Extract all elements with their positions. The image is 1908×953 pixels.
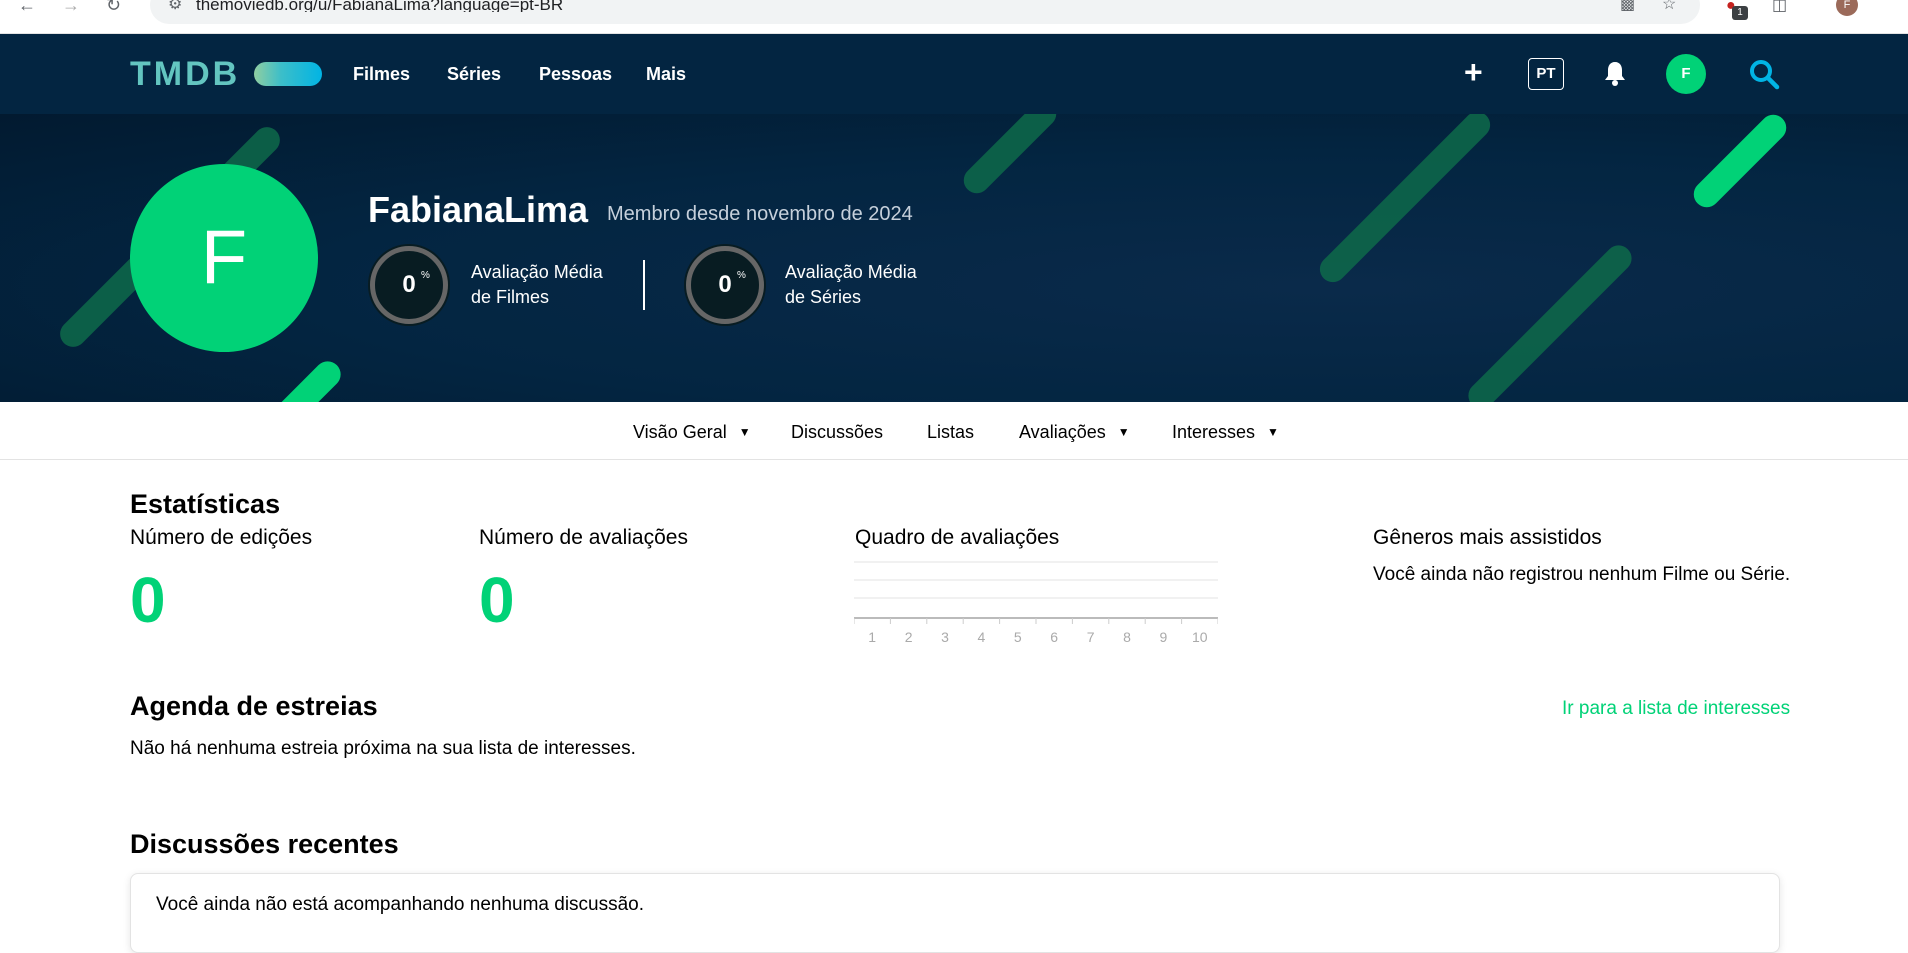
url-text[interactable]: themoviedb.org/u/FabianaLima?language=pt… bbox=[196, 0, 563, 12]
chart-tick-label: 5 bbox=[1014, 629, 1022, 645]
tmdb-logo[interactable]: TMDB bbox=[130, 54, 240, 94]
decor-stripe bbox=[958, 114, 1062, 199]
tab-discussoes[interactable]: Discussões bbox=[791, 420, 883, 444]
chart-label: Quadro de avaliações bbox=[855, 526, 1060, 549]
ratings-label: Número de avaliações bbox=[479, 526, 688, 549]
ratings-value: 0 bbox=[479, 564, 515, 636]
decor-stripe bbox=[1463, 240, 1637, 402]
caret-down-icon: ▼ bbox=[738, 425, 751, 439]
edits-label: Número de edições bbox=[130, 526, 313, 549]
tab-avaliacoes[interactable]: Avaliações ▼ bbox=[1019, 420, 1130, 444]
profile-subnav: Visão Geral ▼ Discussões Listas Avaliaçõe… bbox=[0, 402, 1908, 460]
extension-badge: 1 bbox=[1732, 6, 1748, 20]
stats-title: Estatísticas bbox=[130, 489, 281, 519]
forward-icon[interactable]: → bbox=[62, 0, 80, 14]
search-icon[interactable] bbox=[1748, 58, 1780, 90]
site-info-icon[interactable]: ⚙ bbox=[168, 0, 182, 13]
agenda-title: Agenda de estreias bbox=[130, 691, 378, 721]
reload-icon[interactable]: ↻ bbox=[106, 0, 121, 14]
edits-value: 0 bbox=[130, 564, 166, 636]
decor-stripe bbox=[1314, 114, 1496, 288]
browser-profile-avatar[interactable]: F bbox=[1836, 0, 1858, 16]
tab-interesses[interactable]: Interesses ▼ bbox=[1172, 420, 1279, 444]
bookmark-star-icon[interactable]: ☆ bbox=[1662, 0, 1676, 13]
genres-label: Gêneros mais assistidos bbox=[1373, 526, 1602, 549]
tv-score-value: 0 bbox=[718, 271, 732, 298]
nav-series[interactable]: Séries bbox=[447, 62, 501, 86]
address-bar[interactable]: ⚙ themoviedb.org/u/FabianaLima?language=… bbox=[150, 0, 1700, 24]
member-since: Membro desde novembro de 2024 bbox=[607, 203, 913, 225]
movie-score-label: Avaliação Média de Filmes bbox=[471, 260, 621, 310]
chart-tick-label: 4 bbox=[978, 629, 986, 645]
watchlist-link[interactable]: Ir para a lista de interesses bbox=[1562, 696, 1790, 722]
score-divider bbox=[643, 260, 645, 310]
agenda-empty-text: Não há nenhuma estreia próxima na sua li… bbox=[130, 738, 636, 759]
tab-label: Visão Geral bbox=[633, 422, 727, 442]
caret-down-icon: ▼ bbox=[1117, 425, 1130, 439]
tv-score-label-line1: Avaliação Média bbox=[785, 262, 917, 282]
extensions-puzzle-icon[interactable]: ◫ bbox=[1772, 0, 1787, 14]
tab-label: Interesses bbox=[1172, 422, 1256, 442]
chart-tick-label: 8 bbox=[1123, 629, 1131, 645]
profile-avatar: F bbox=[130, 164, 318, 352]
add-icon[interactable]: + bbox=[1464, 56, 1483, 88]
chart-tick-label: 10 bbox=[1192, 629, 1208, 645]
discussions-title: Discussões recentes bbox=[130, 829, 399, 859]
decor-stripe bbox=[263, 355, 347, 402]
movie-score-label-line1: Avaliação Média bbox=[471, 262, 603, 282]
tv-score-percent: % bbox=[737, 270, 746, 281]
username: FabianaLima bbox=[368, 189, 589, 230]
language-button[interactable]: PT bbox=[1528, 58, 1564, 90]
chart-tick-label: 3 bbox=[941, 629, 949, 645]
tab-listas[interactable]: Listas bbox=[927, 420, 974, 444]
chart-tick-label: 1 bbox=[868, 629, 876, 645]
nav-filmes[interactable]: Filmes bbox=[353, 62, 410, 86]
movie-score-label-line2: de Filmes bbox=[471, 287, 550, 307]
discussions-empty-text: Você ainda não está acompanhando nenhuma… bbox=[156, 894, 645, 915]
tv-score-label: Avaliação Média de Séries bbox=[785, 260, 935, 310]
ratings-chart: 1 2 3 4 5 6 7 8 9 10 bbox=[854, 561, 1218, 645]
user-avatar-button[interactable]: F bbox=[1666, 54, 1706, 94]
discussions-card: Você ainda não está acompanhando nenhuma… bbox=[130, 873, 1780, 953]
back-icon[interactable]: ← bbox=[18, 0, 36, 14]
tv-score-label-line2: de Séries bbox=[785, 287, 862, 307]
install-app-icon[interactable]: ▩ bbox=[1620, 0, 1635, 13]
tv-score-chart: 0 % bbox=[686, 246, 764, 324]
chart-tick-label: 6 bbox=[1050, 629, 1058, 645]
genres-empty-text: Você ainda não registrou nenhum Filme ou… bbox=[1373, 564, 1791, 585]
profile-banner: F FabianaLima Membro desde novembro de 2… bbox=[0, 114, 1908, 402]
chart-tick-label: 7 bbox=[1087, 629, 1095, 645]
site-header: TMDB Filmes Séries Pessoas Mais + PT F bbox=[0, 34, 1908, 114]
movie-score-value: 0 bbox=[402, 271, 416, 298]
browser-toolbar: ← → ↻ ⚙ themoviedb.org/u/FabianaLima?lan… bbox=[0, 0, 1908, 34]
tab-visao-geral[interactable]: Visão Geral ▼ bbox=[633, 420, 751, 444]
nav-pessoas[interactable]: Pessoas bbox=[539, 62, 612, 86]
decor-stripe bbox=[1688, 114, 1792, 213]
chart-tick-label: 9 bbox=[1160, 629, 1168, 645]
movie-score-chart: 0 % bbox=[370, 246, 448, 324]
tab-label: Avaliações bbox=[1019, 422, 1106, 442]
movie-score-percent: % bbox=[421, 270, 430, 281]
bell-icon[interactable] bbox=[1604, 60, 1626, 86]
caret-down-icon: ▼ bbox=[1267, 425, 1279, 439]
tmdb-logo-pill[interactable] bbox=[254, 62, 322, 86]
chart-tick-label: 2 bbox=[905, 629, 913, 645]
nav-mais[interactable]: Mais bbox=[646, 62, 686, 86]
